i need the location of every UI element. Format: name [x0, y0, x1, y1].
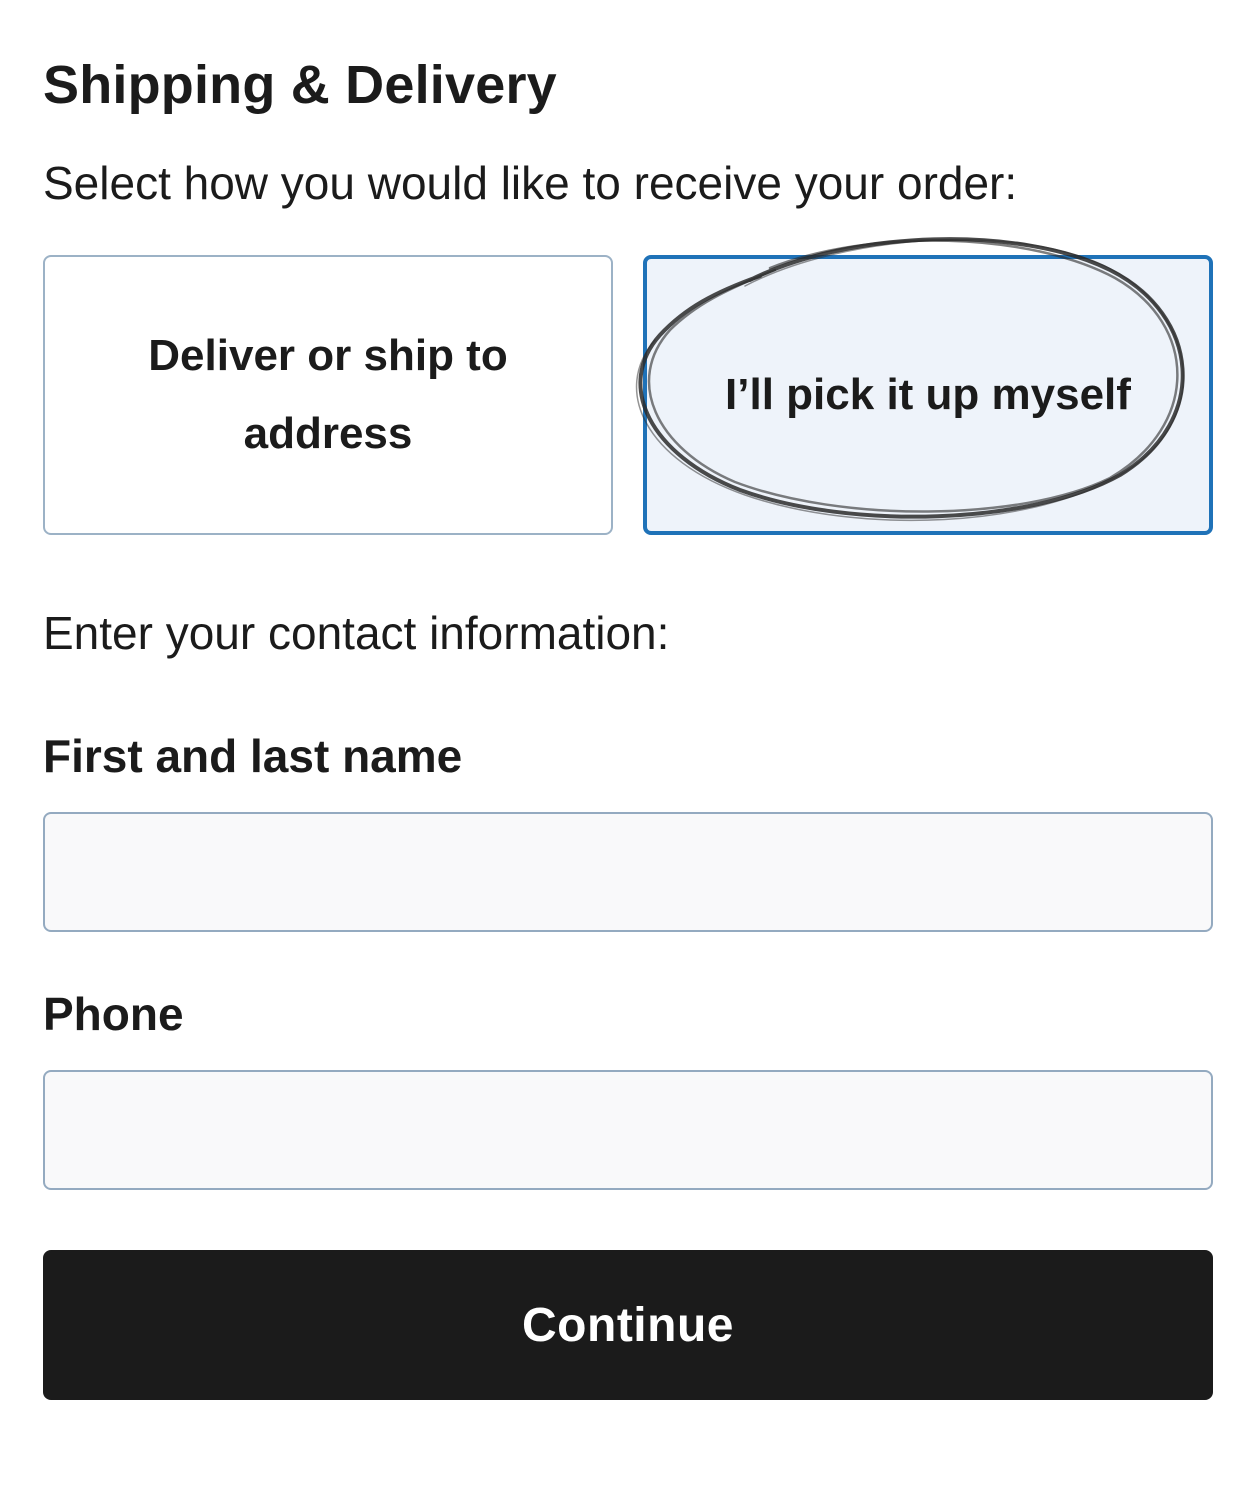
option-deliver-or-ship[interactable]: Deliver or ship to address [43, 255, 613, 535]
phone-field-label: Phone [43, 988, 184, 1040]
page-title: Shipping & Delivery [43, 55, 557, 115]
option-pickup-label: I’ll pick it up myself [725, 370, 1131, 419]
option-pick-up-myself[interactable]: I’ll pick it up myself [643, 255, 1213, 535]
continue-button[interactable]: Continue [43, 1250, 1213, 1400]
name-field-label: First and last name [43, 730, 463, 782]
name-field[interactable] [43, 812, 1213, 932]
phone-field[interactable] [43, 1070, 1213, 1190]
delivery-instruction: Select how you would like to receive you… [43, 157, 1018, 209]
contact-heading: Enter your contact information: [43, 607, 670, 659]
option-deliver-label: Deliver or ship to address [148, 331, 508, 458]
